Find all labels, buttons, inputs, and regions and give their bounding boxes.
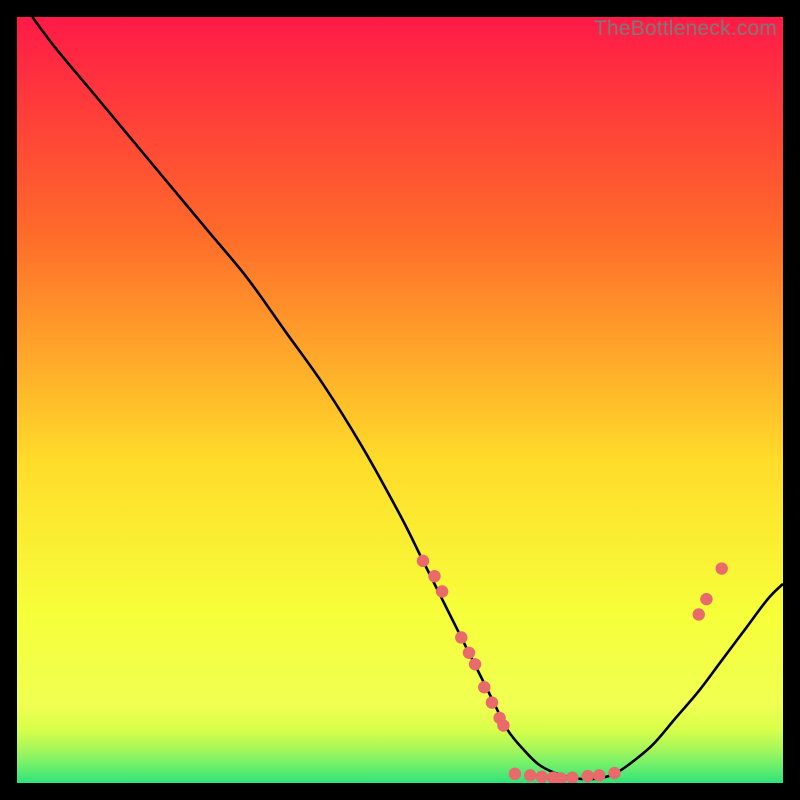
data-point xyxy=(608,767,620,779)
data-point xyxy=(509,768,521,780)
data-point xyxy=(700,593,712,605)
data-point xyxy=(469,658,481,670)
chart-svg xyxy=(17,17,783,783)
data-point xyxy=(478,681,490,693)
gradient-background xyxy=(17,17,783,783)
watermark-text: TheBottleneck.com xyxy=(594,17,777,41)
data-point xyxy=(463,647,475,659)
data-point xyxy=(455,631,467,643)
data-point xyxy=(581,770,593,782)
data-point xyxy=(486,696,498,708)
chart-frame: TheBottleneck.com xyxy=(17,17,783,783)
data-point xyxy=(524,769,536,781)
data-point xyxy=(428,570,440,582)
data-point xyxy=(716,562,728,574)
data-point xyxy=(417,555,429,567)
data-point xyxy=(593,769,605,781)
data-point xyxy=(497,719,509,731)
data-point xyxy=(536,771,548,783)
data-point xyxy=(436,585,448,597)
data-point xyxy=(693,608,705,620)
